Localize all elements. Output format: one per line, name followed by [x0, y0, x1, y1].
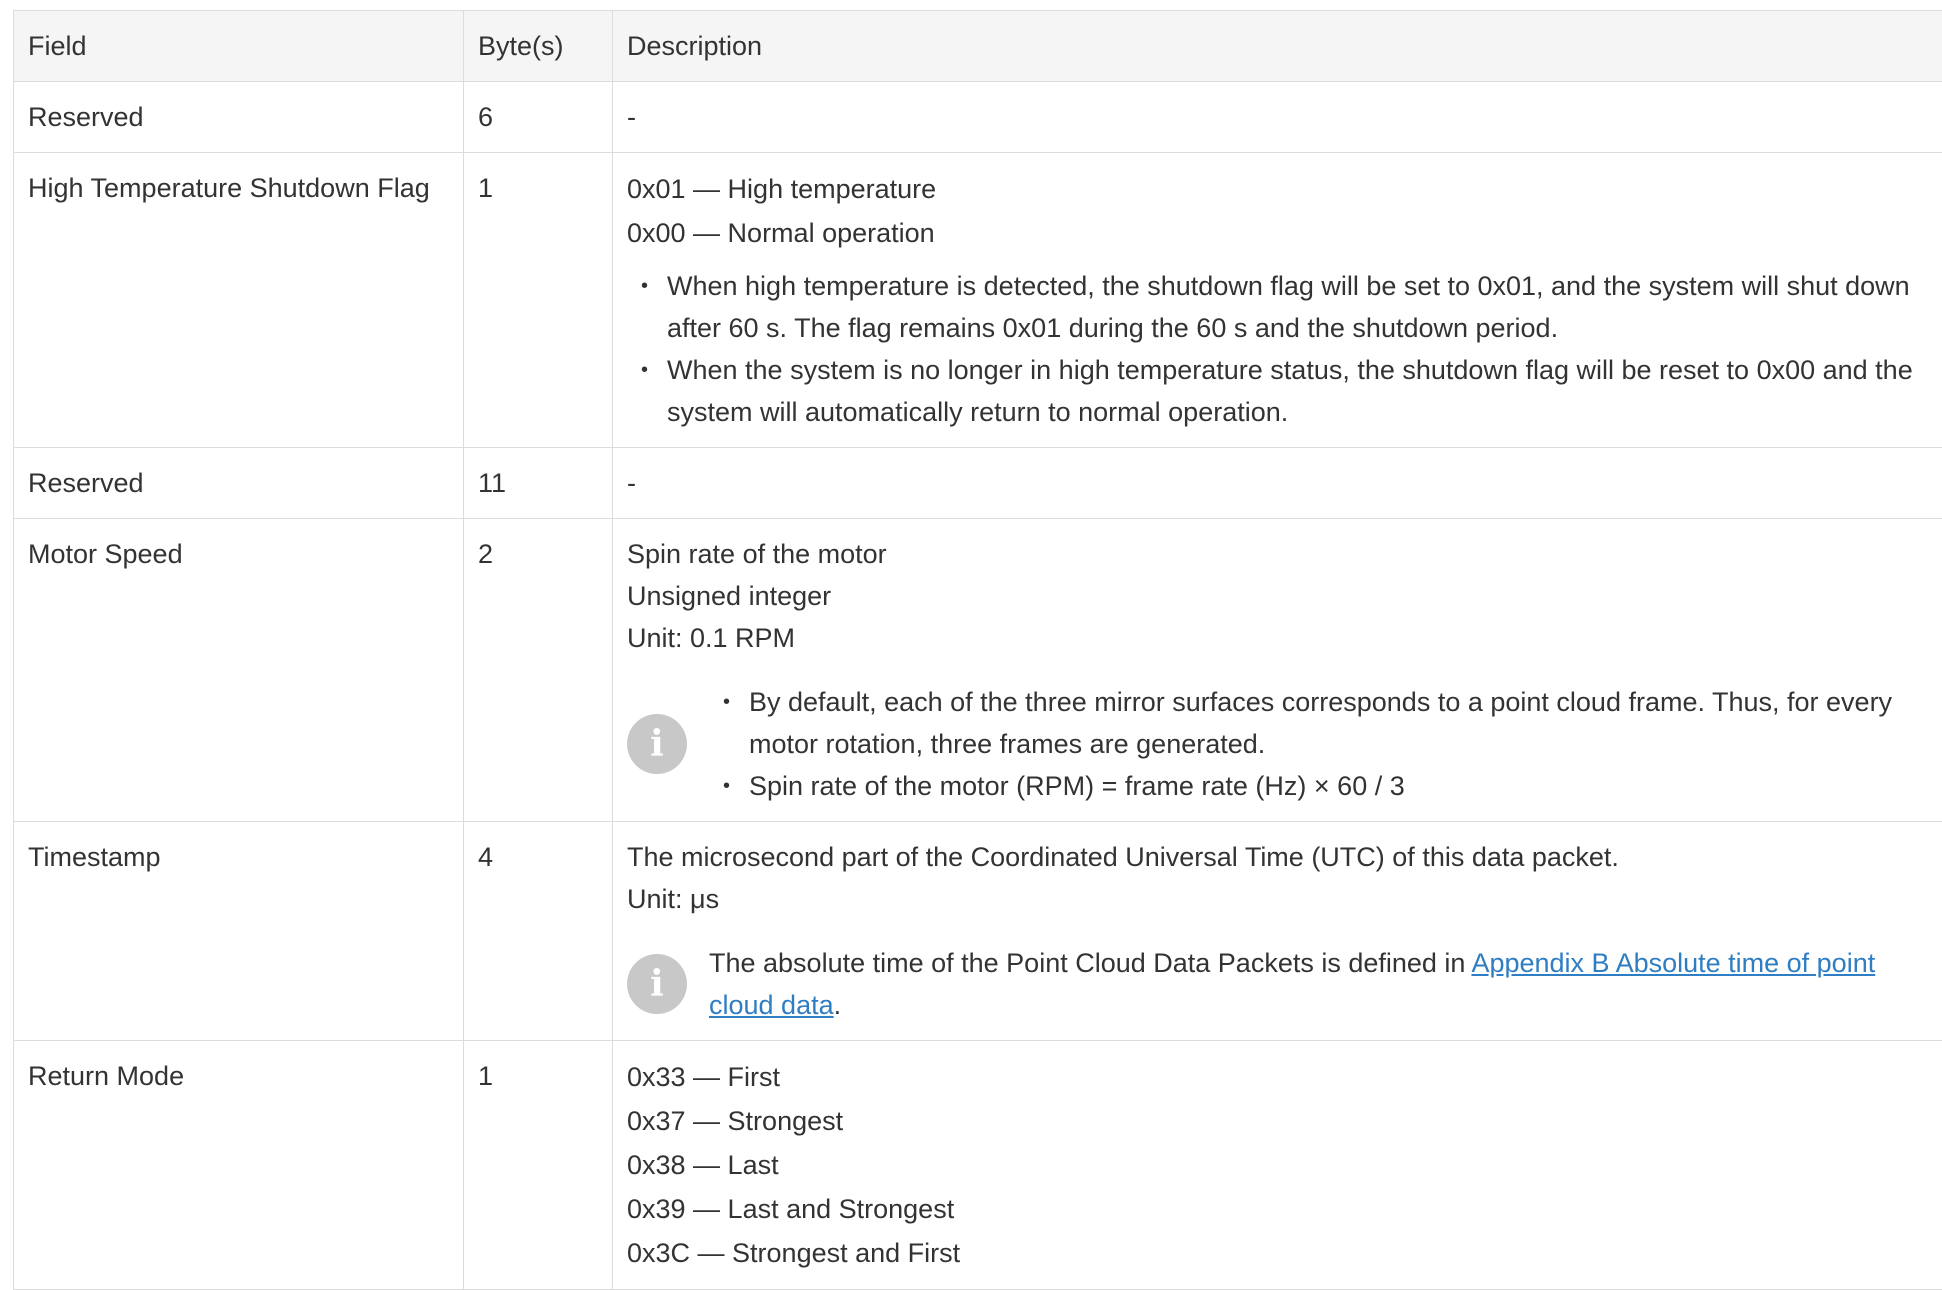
- cell-bytes: 2: [464, 519, 613, 822]
- note-text: The absolute time of the Point Cloud Dat…: [709, 948, 1471, 978]
- cell-bytes: 1: [464, 153, 613, 448]
- cell-bytes: 6: [464, 82, 613, 153]
- cell-field: Reserved: [14, 82, 464, 153]
- value-line: 0x37 — Strongest: [627, 1099, 1939, 1143]
- note-bullet-item: Spin rate of the motor (RPM) = frame rat…: [709, 765, 1939, 807]
- cell-description: Spin rate of the motor Unsigned integer …: [613, 519, 1942, 822]
- value-line: 0x00 — Normal operation: [627, 211, 1939, 255]
- cell-bytes: 11: [464, 448, 613, 519]
- cell-bytes: 1: [464, 1041, 613, 1290]
- table-row-motor-speed: Motor Speed 2 Spin rate of the motor Uns…: [14, 519, 1942, 822]
- table-row-high-temperature-shutdown-flag: High Temperature Shutdown Flag 1 0x01 — …: [14, 153, 1942, 448]
- value-line: 0x39 — Last and Strongest: [627, 1187, 1939, 1231]
- cell-description: -: [613, 82, 1942, 153]
- value-line: 0x38 — Last: [627, 1143, 1939, 1187]
- header-bytes: Byte(s): [464, 11, 613, 82]
- table-row-timestamp: Timestamp 4 The microsecond part of the …: [14, 822, 1942, 1041]
- value-line: 0x33 — First: [627, 1055, 1939, 1099]
- value-line: 0x3C — Strongest and First: [627, 1231, 1939, 1275]
- cell-field: High Temperature Shutdown Flag: [14, 153, 464, 448]
- cell-field: Motor Speed: [14, 519, 464, 822]
- value-line: Unsigned integer: [627, 575, 1939, 617]
- cell-description: 0x33 — First 0x37 — Strongest 0x38 — Las…: [613, 1041, 1942, 1290]
- table-header-row: Field Byte(s) Description: [14, 11, 1942, 82]
- table-row-return-mode: Return Mode 1 0x33 — First 0x37 — Strong…: [14, 1041, 1942, 1290]
- cell-description: 0x01 — High temperature 0x00 — Normal op…: [613, 153, 1942, 448]
- value-line: 0x01 — High temperature: [627, 167, 1939, 211]
- header-description: Description: [613, 11, 1942, 82]
- note-suffix: .: [834, 990, 842, 1020]
- cell-field: Timestamp: [14, 822, 464, 1041]
- bullet-item: When high temperature is detected, the s…: [627, 265, 1939, 349]
- cell-bytes: 4: [464, 822, 613, 1041]
- table-row-reserved-2: Reserved 11 -: [14, 448, 1942, 519]
- cell-description: The microsecond part of the Coordinated …: [613, 822, 1942, 1041]
- table-row-reserved-1: Reserved 6 -: [14, 82, 1942, 153]
- value-line: Unit: μs: [627, 878, 1939, 920]
- bullet-item: When the system is no longer in high tem…: [627, 349, 1939, 433]
- header-field: Field: [14, 11, 464, 82]
- cell-field: Reserved: [14, 448, 464, 519]
- field-table-container: Field Byte(s) Description Reserved 6 - H…: [13, 10, 1942, 1290]
- info-icon: i: [627, 954, 687, 1014]
- value-line: Unit: 0.1 RPM: [627, 617, 1939, 659]
- value-line: Spin rate of the motor: [627, 533, 1939, 575]
- note-body: By default, each of the three mirror sur…: [709, 681, 1939, 807]
- info-icon: i: [627, 714, 687, 774]
- info-note: i The absolute time of the Point Cloud D…: [627, 942, 1939, 1026]
- cell-description: -: [613, 448, 1942, 519]
- value-line: The microsecond part of the Coordinated …: [627, 836, 1939, 878]
- note-body: The absolute time of the Point Cloud Dat…: [709, 942, 1939, 1026]
- field-table: Field Byte(s) Description Reserved 6 - H…: [13, 10, 1942, 1290]
- note-bullet-item: By default, each of the three mirror sur…: [709, 681, 1939, 765]
- cell-field: Return Mode: [14, 1041, 464, 1290]
- note-bullet-list: By default, each of the three mirror sur…: [709, 681, 1939, 807]
- info-note: i By default, each of the three mirror s…: [627, 681, 1939, 807]
- bullet-list: When high temperature is detected, the s…: [627, 265, 1939, 433]
